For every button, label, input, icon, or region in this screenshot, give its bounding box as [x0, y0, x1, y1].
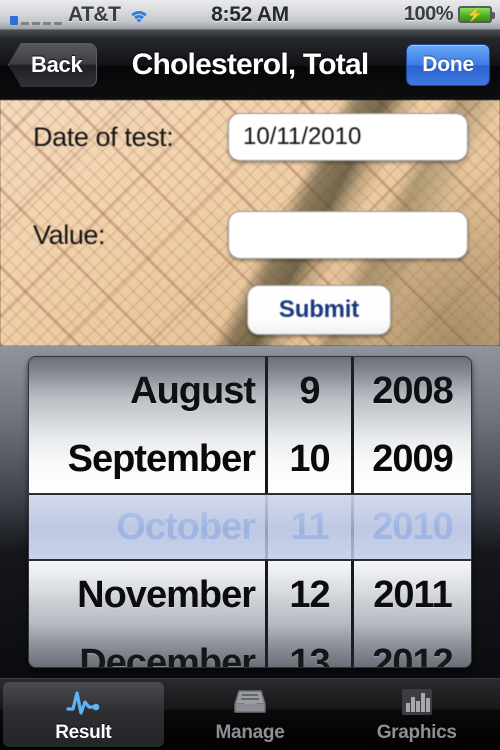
value-label: Value: — [33, 220, 106, 250]
year-option[interactable]: 2012 — [354, 629, 471, 668]
month-option[interactable]: August — [29, 357, 265, 425]
year-option[interactable]: 2008 — [354, 357, 471, 425]
battery-percent-label: 100% — [403, 3, 454, 25]
month-option-selected[interactable]: October — [29, 493, 265, 561]
status-bar: AT&T 8:52 AM 100% ⚡ — [0, 0, 500, 30]
date-of-test-row: Date of test: 10/11/2010 — [33, 113, 473, 161]
done-button[interactable]: Done — [406, 43, 490, 86]
day-option[interactable]: 13 — [268, 629, 351, 668]
year-wheel[interactable]: 2008 2009 2010 2011 2012 — [351, 357, 471, 667]
tab-manage[interactable]: Manage — [170, 682, 331, 747]
battery-charging-icon: ⚡ — [458, 6, 495, 23]
submit-button[interactable]: Submit — [247, 285, 391, 335]
date-picker-wheels: August September October November Decemb… — [29, 357, 471, 667]
month-wheel[interactable]: August September October November Decemb… — [29, 357, 265, 668]
tab-bar: Result Manage Graphics — [0, 678, 500, 750]
day-wheel[interactable]: 9 10 11 12 13 — [265, 357, 351, 667]
navigation-bar: Back Cholesterol, Total Done — [0, 30, 500, 100]
inbox-tray-icon — [230, 685, 270, 719]
tab-manage-label: Manage — [215, 722, 285, 743]
month-option[interactable]: November — [29, 561, 265, 629]
year-option-selected[interactable]: 2010 — [354, 493, 471, 561]
tab-result-label: Result — [55, 722, 112, 743]
status-bar-right: 100% ⚡ — [403, 3, 495, 26]
form-panel: Date of test: 10/11/2010 Value: Submit — [0, 100, 500, 346]
year-option[interactable]: 2011 — [354, 561, 471, 629]
month-option[interactable]: December — [29, 629, 265, 668]
day-option-selected[interactable]: 11 — [268, 493, 351, 561]
bar-chart-icon — [397, 685, 437, 719]
tab-graphics-label: Graphics — [376, 722, 457, 743]
heartbeat-pulse-icon — [63, 685, 103, 719]
year-option[interactable]: 2009 — [354, 425, 471, 493]
app-screen: AT&T 8:52 AM 100% ⚡ Back Cholesterol, To… — [0, 0, 500, 750]
month-option[interactable]: September — [29, 425, 265, 493]
day-option[interactable]: 12 — [268, 561, 351, 629]
value-row: Value: — [33, 211, 473, 259]
date-picker-panel: August September October November Decemb… — [0, 346, 500, 678]
tab-result[interactable]: Result — [3, 682, 164, 747]
date-of-test-label: Date of test: — [33, 122, 174, 152]
day-option[interactable]: 10 — [268, 425, 351, 493]
value-input[interactable] — [228, 211, 468, 259]
lightning-bolt-icon: ⚡ — [466, 7, 484, 22]
date-picker[interactable]: August September October November Decemb… — [28, 356, 472, 668]
day-option[interactable]: 9 — [268, 357, 351, 425]
tab-graphics[interactable]: Graphics — [336, 682, 497, 747]
date-of-test-input[interactable]: 10/11/2010 — [228, 113, 468, 161]
